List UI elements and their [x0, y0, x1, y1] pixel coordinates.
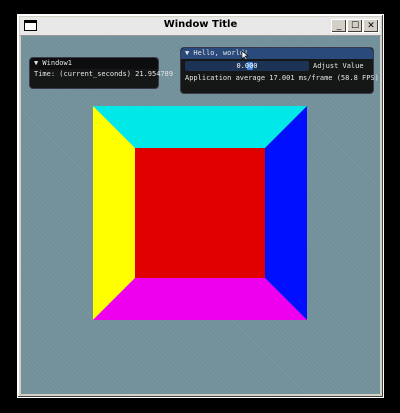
maximize-button[interactable]: ☐	[347, 19, 363, 33]
minimize-button[interactable]: _	[331, 19, 347, 33]
time-text: Time: (current_seconds) 21.954789	[34, 70, 174, 78]
window-title: Window Title	[163, 19, 238, 30]
window-titlebar[interactable]: Window Title _ ☐ ✕	[20, 17, 381, 36]
mouse-cursor-icon	[241, 51, 249, 61]
cube-scene	[93, 106, 307, 320]
slider-label: Adjust Value	[313, 62, 364, 70]
imgui-window1-title[interactable]: ▼ Window1	[30, 58, 158, 69]
imgui-hello-window[interactable]: ▼ Hello, world! 0.000 Adjust Value Appli…	[180, 47, 379, 94]
adjust-value-slider[interactable]: 0.000	[185, 61, 309, 71]
cube-front-face	[135, 148, 265, 278]
adjust-value-row: 0.000 Adjust Value	[181, 60, 373, 73]
imgui-window1[interactable]: ▼ Window1 Time: (current_seconds) 21.954…	[29, 57, 174, 89]
slider-value: 0.000	[236, 62, 258, 70]
close-button[interactable]: ✕	[363, 19, 379, 33]
fps-stats-text: Application average 17.001 ms/frame (58.…	[185, 74, 379, 82]
imgui-hello-window-title[interactable]: ▼ Hello, world!	[181, 48, 373, 59]
